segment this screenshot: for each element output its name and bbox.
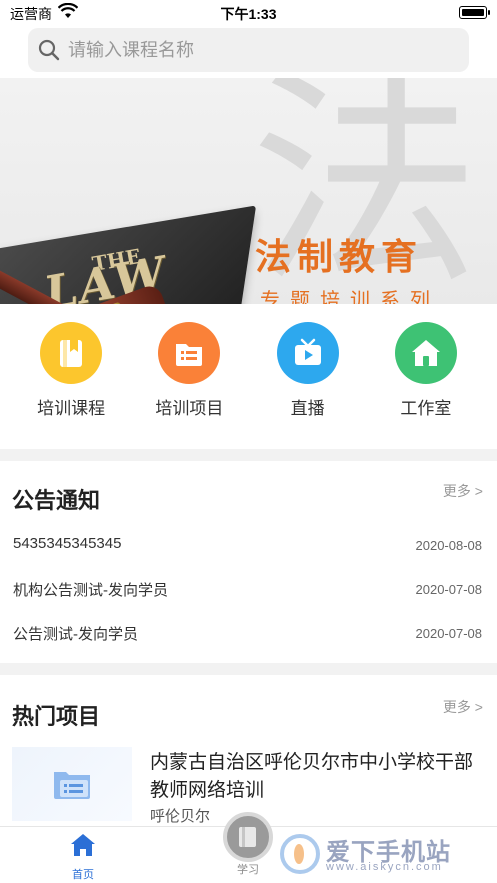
banner-subtitle: 专题培训系列 [260,290,440,304]
folder-icon [54,772,90,799]
notice-item[interactable]: 公告测试-发向学员 2020-07-08 [0,615,497,659]
hot-more-link[interactable]: 更多 > [443,697,483,717]
notice-date: 2020-07-08 [415,582,483,597]
notice-item[interactable]: 机构公告测试-发向学员 2020-07-08 [0,571,497,615]
quick-nav: 培训课程 培训项目 直播 工作室 [0,322,497,432]
notice-title: 机构公告测试-发向学员 [13,582,168,599]
section-divider [0,449,497,461]
hot-section-title: 热门项目 [12,704,101,729]
notice-date: 2020-07-08 [415,626,483,641]
notice-section-title: 公告通知 [12,488,101,513]
notice-title: 公告测试-发向学员 [13,626,138,643]
book-icon [40,322,103,384]
home-tab-icon [71,834,95,856]
site-watermark: 爱下手机站 www.aiskycn.com [276,828,491,880]
tv-icon [276,322,339,384]
clock: 下午1:33 [220,6,277,22]
notice-date: 2020-08-08 [415,538,483,553]
banner-title: 法制教育 [255,236,424,277]
section-divider [0,663,497,675]
nav-training-projects[interactable]: 培训项目 [134,322,244,432]
notice-title: 5435345345345 [13,535,122,552]
nav-live[interactable]: 直播 [253,322,363,432]
tab-home[interactable]: 首页 [43,833,123,882]
banner-carousel[interactable]: 法 THE LAW 法制教育 专题培训系列 [0,78,497,304]
search-bar[interactable] [28,28,469,72]
nav-label: 直播 [290,399,325,418]
battery-icon [459,6,487,19]
watermark-logo [280,834,320,874]
status-bar: 运营商 下午1:33 [0,0,497,26]
battery-tip [488,10,490,15]
watermark-url: www.aiskycn.com [326,861,443,873]
home-icon [394,322,457,384]
list-icon [158,322,221,384]
project-subtitle: 呼伦贝尔 [150,808,211,825]
nav-label: 工作室 [400,399,452,418]
book-tab-icon [239,827,256,847]
tab-home-label: 首页 [72,869,94,881]
notice-item[interactable]: 5435345345345 2020-08-08 [0,527,497,571]
project-thumbnail [12,747,132,821]
search-input[interactable] [68,36,458,64]
nav-label: 培训项目 [155,399,224,418]
project-title: 内蒙古自治区呼伦贝尔市中小学校干部教师网络培训 [150,752,474,801]
nav-studio[interactable]: 工作室 [371,322,481,432]
search-icon [38,39,60,61]
nav-label: 培训课程 [37,399,106,418]
nav-training-courses[interactable]: 培训课程 [16,322,126,432]
notice-more-link[interactable]: 更多 > [443,481,483,501]
study-center-button[interactable] [223,812,273,862]
